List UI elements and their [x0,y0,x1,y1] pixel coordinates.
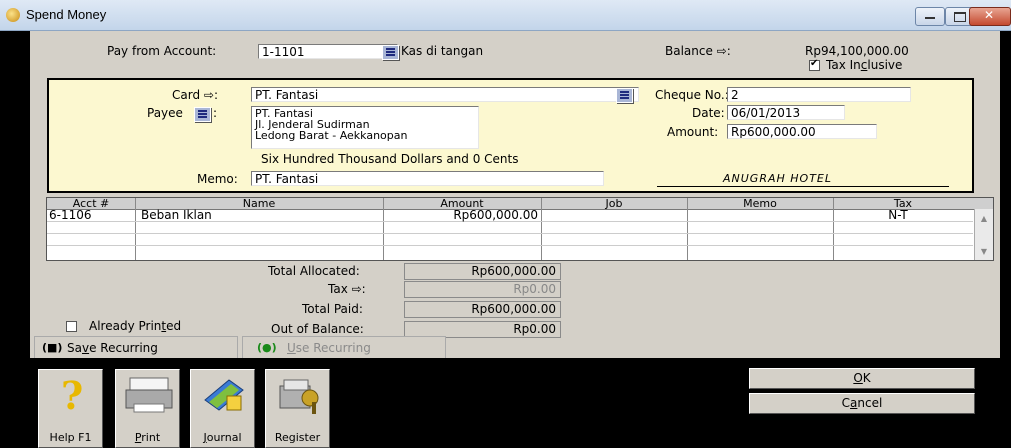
tax-value: Rp0.00 [404,281,561,298]
already-printed-checkbox[interactable] [66,321,77,332]
row-acct: 6-1106 [49,208,92,222]
allocation-table[interactable]: Acct # Name Amount Job Memo Tax 6-1106 B… [46,197,994,261]
row-tax: N-T [888,208,908,222]
check-icon: ✔ [810,58,819,69]
amount-field[interactable]: Rp600,000.00 [727,124,877,139]
save-recurring-icon: (■) [42,341,63,354]
table-scrollbar[interactable]: ▲ ▼ [974,209,993,260]
total-allocated-label: Total Allocated: [268,264,360,278]
payee-line-3: Ledong Barat - Aekkanopan [255,129,408,142]
print-button[interactable]: Print [115,369,180,448]
window-title: Spend Money [26,7,107,22]
total-allocated-value: Rp600,000.00 [404,263,561,280]
cancel-button[interactable]: Cancel [749,393,975,414]
pay-from-list-icon[interactable] [382,45,399,60]
total-paid-label: Total Paid: [302,302,363,316]
tax-inclusive-label: Tax Inclusive [826,58,903,72]
signature-line [657,186,949,187]
scroll-down-icon[interactable]: ▼ [978,247,990,257]
payee-address-field[interactable]: PT. Fantasi Jl. Jenderal Sudirman Ledong… [251,106,479,149]
balance-label: Balance ⇨: [665,44,731,58]
pay-from-account-field[interactable]: 1-1101 [258,44,398,59]
col-divider [541,198,542,260]
row-name: Beban Iklan [141,208,212,222]
scroll-up-icon[interactable]: ▲ [978,214,990,224]
tax-inclusive-checkbox[interactable]: ✔ [809,58,820,71]
dialog-body: Pay from Account: 1-1101 Kas di tangan B… [30,31,1000,448]
printer-icon [125,377,173,413]
app-icon [6,8,20,22]
register-label: Register [274,431,321,444]
cheque-panel: Card ⇨: PT. Fantasi Payee : PT. Fantasi … [47,78,974,193]
save-recurring-label: Save Recurring [67,341,158,355]
memo-label: Memo: [197,172,238,186]
card-list-icon[interactable] [616,88,633,103]
register-button[interactable]: Register [265,369,330,448]
card-field[interactable]: PT. Fantasi [251,87,639,102]
pay-from-label: Pay from Account: [107,44,217,58]
journal-button[interactable]: Journal [190,369,255,448]
cheque-no-label: Cheque No.: [655,88,729,102]
card-label: Card ⇨: [172,88,218,102]
balance-value: Rp94,100,000.00 [805,44,909,58]
payee-label: Payee [147,106,183,120]
amount-label: Amount: [667,125,719,139]
print-label: Print [134,431,161,444]
save-recurring-button[interactable]: (■) Save Recurring [34,336,238,358]
help-button[interactable]: ? Help F1 [38,369,103,448]
journal-icon [204,379,244,411]
total-paid-value: Rp600,000.00 [404,301,561,318]
register-icon [279,379,319,414]
title-bar: Spend Money ✕ [0,0,1011,31]
ok-button[interactable]: OK [749,368,975,389]
minimize-button[interactable] [915,7,945,26]
col-divider [687,198,688,260]
journal-label: Journal [203,431,242,444]
company-name: ANUGRAH HOTEL [723,172,832,185]
cheque-no-field[interactable]: 2 [727,87,911,102]
out-of-balance-label: Out of Balance: [271,322,364,336]
pay-from-account-name: Kas di tangan [401,44,484,58]
question-mark-icon: ? [61,373,84,418]
close-button[interactable]: ✕ [969,7,1011,26]
col-job: Job [605,197,623,210]
row-divider [47,233,973,234]
use-recurring-label: Use Recurring [287,341,371,355]
date-field[interactable]: 06/01/2013 [727,105,845,120]
table-row[interactable]: 6-1106 Beban Iklan Rp600,000.00 N-T [47,208,973,222]
row-amount: Rp600,000.00 [453,208,538,222]
use-recurring-button[interactable]: (●) Use Recurring [242,336,446,358]
help-label: Help F1 [49,431,92,444]
row-divider [47,245,973,246]
amount-in-words: Six Hundred Thousand Dollars and 0 Cents [261,152,519,166]
already-printed-label: Already Printed [89,319,182,333]
payee-dropdown-icon[interactable] [194,107,211,122]
tax-label: Tax ⇨: [328,282,366,296]
date-label: Date: [692,106,725,120]
col-divider [135,198,136,260]
use-recurring-icon: (●) [257,341,277,354]
memo-field[interactable]: PT. Fantasi [251,171,604,186]
payee-colon: : [213,106,218,120]
col-memo: Memo [743,197,777,210]
